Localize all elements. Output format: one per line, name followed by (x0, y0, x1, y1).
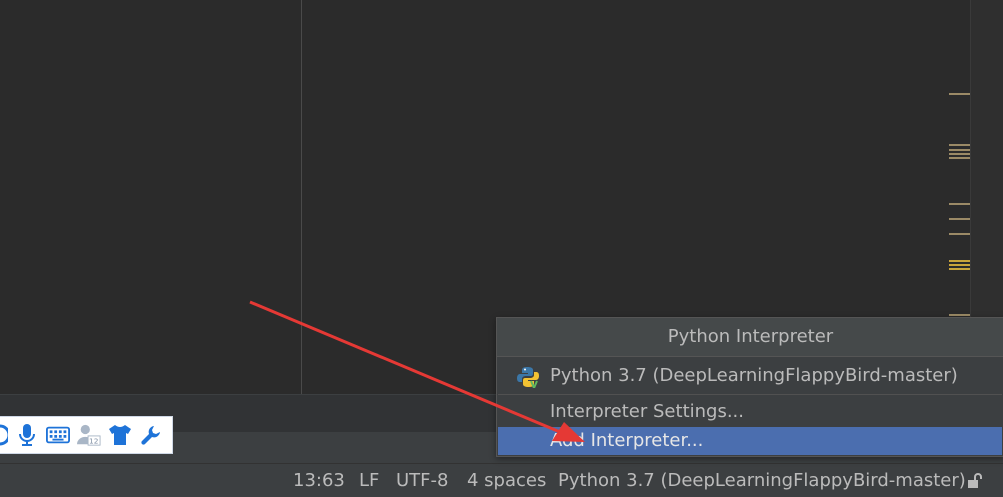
python-icon (517, 367, 539, 388)
interpreter-widget[interactable]: Python 3.7 (DeepLearningFlappyBird-maste… (558, 470, 966, 491)
ime-toolbar: 12 (0, 416, 173, 454)
interpreter-settings-label: Interpreter Settings... (550, 401, 745, 422)
line-separator[interactable]: LF (359, 470, 379, 491)
add-interpreter-label: Add Interpreter... (550, 430, 704, 451)
svg-text:12: 12 (89, 436, 98, 445)
gutter-marker[interactable] (949, 157, 970, 159)
status-bar: 13:63 LF UTF-8 4 spaces Python 3.7 (Deep… (0, 463, 1003, 497)
popup-divider (498, 394, 1002, 395)
gutter-marker[interactable] (949, 149, 970, 151)
gutter-marker[interactable] (949, 218, 970, 220)
gutter-marker[interactable] (949, 144, 970, 146)
interpreter-option-label: Python 3.7 (DeepLearningFlappyBird-maste… (550, 365, 958, 386)
right-margin-guide (301, 0, 302, 394)
user-badge-icon[interactable]: 12 (77, 423, 101, 447)
error-stripe-gutter[interactable] (970, 0, 1003, 320)
gutter-marker[interactable] (949, 153, 970, 155)
caret-position[interactable]: 13:63 (293, 470, 345, 491)
gutter-marker[interactable] (949, 93, 970, 95)
wrench-icon[interactable] (139, 423, 163, 447)
partial-circle-icon[interactable] (0, 423, 8, 447)
python-interpreter-popup: Python Interpreter Python 3.7 (DeepLearn… (496, 317, 1003, 457)
gutter-marker-warning[interactable] (949, 268, 970, 270)
interpreter-settings-item[interactable]: Interpreter Settings... (498, 398, 1002, 426)
indent-setting[interactable]: 4 spaces (467, 470, 546, 491)
file-encoding[interactable]: UTF-8 (396, 470, 448, 491)
gutter-marker-warning[interactable] (949, 260, 970, 262)
tshirt-icon[interactable] (108, 423, 132, 447)
microphone-icon[interactable] (15, 423, 39, 447)
add-interpreter-item[interactable]: Add Interpreter... (498, 427, 1002, 455)
keyboard-icon[interactable] (46, 423, 70, 447)
gutter-marker-warning[interactable] (949, 264, 970, 266)
gutter-marker[interactable] (949, 203, 970, 205)
unlock-icon[interactable] (967, 473, 983, 489)
interpreter-option[interactable]: Python 3.7 (DeepLearningFlappyBird-maste… (498, 362, 1002, 390)
popup-title: Python Interpreter (497, 318, 1003, 357)
gutter-marker[interactable] (949, 314, 970, 316)
gutter-marker[interactable] (949, 233, 970, 235)
